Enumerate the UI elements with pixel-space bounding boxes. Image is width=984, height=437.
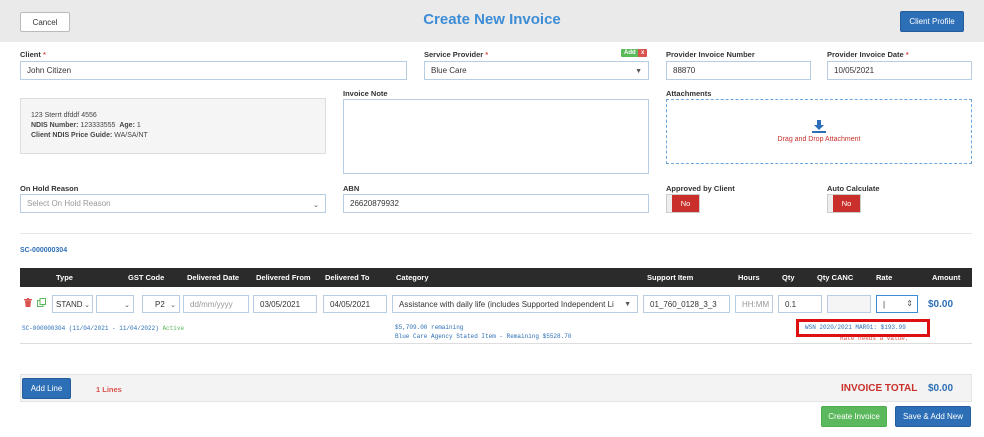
hours-input[interactable]: HH:MM [735, 295, 773, 313]
invoice-total-value: $0.00 [928, 383, 954, 394]
col-delivered-date: Delivered Date [187, 273, 240, 282]
delivered-from-input[interactable]: 03/05/2021 [253, 295, 317, 313]
remaining-text: $5,709.00 remaining [395, 324, 464, 331]
chevron-down-icon: ▼ [635, 68, 642, 75]
chevron-down-icon: ⌄ [313, 202, 319, 209]
client-label: Client * [20, 50, 46, 59]
approved-by-client-label: Approved by Client [666, 184, 735, 193]
col-qty: Qty [782, 273, 795, 282]
highlight-box [796, 319, 930, 337]
add-line-button[interactable]: Add Line [22, 378, 71, 399]
section-divider [20, 233, 972, 234]
drag-drop-text: Drag and Drop Attachment [777, 136, 861, 143]
line-amount: $0.00 [928, 299, 954, 310]
secondary-select[interactable]: ⌄ [96, 295, 134, 313]
service-provider-label: Service Provider * [424, 50, 489, 59]
auto-calculate-label: Auto Calculate [827, 184, 880, 193]
line-items-table-header: Type GST Code Delivered Date Delivered F… [20, 268, 972, 287]
col-rate: Rate [876, 273, 893, 282]
table-footer [20, 374, 972, 402]
remove-provider-badge[interactable]: x [638, 49, 648, 57]
support-item-input[interactable]: 01_760_0128_3_3 [643, 295, 730, 313]
col-gst-code: GST Code [128, 273, 165, 282]
chevron-down-icon: ⌄ [84, 302, 90, 309]
stepper-icon[interactable]: ⇕ [906, 299, 913, 308]
on-hold-reason-select[interactable]: Select On Hold Reason ⌄ [20, 194, 326, 213]
approved-by-client-toggle[interactable]: No [666, 194, 700, 213]
col-amount: Amount [932, 273, 961, 282]
copy-icon[interactable] [37, 298, 46, 307]
on-hold-reason-label: On Hold Reason [20, 184, 79, 193]
rate-input[interactable]: | ⇕ [876, 295, 918, 313]
client-input[interactable]: John Citizen [20, 61, 407, 80]
attachment-dropzone[interactable]: Drag and Drop Attachment [666, 99, 972, 164]
col-category: Category [396, 273, 429, 282]
stated-item-text: Blue Care Agency Stated Item - Remaining… [395, 333, 572, 340]
provider-invoice-number-label: Provider Invoice Number [666, 50, 755, 59]
col-type: Type [56, 273, 73, 282]
abn-label: ABN [343, 184, 360, 193]
category-select[interactable]: Assistance with daily life (includes Sup… [392, 295, 638, 313]
service-provider-select[interactable]: Blue Care ▼ [424, 61, 649, 80]
invoice-total-label: INVOICE TOTAL [841, 383, 918, 394]
provider-invoice-date-input[interactable]: 10/05/2021 [827, 61, 972, 80]
abn-input[interactable]: 26620879932 [343, 194, 649, 213]
provider-invoice-date-label: Provider Invoice Date * [827, 50, 909, 59]
client-price-guide: Client NDIS Price Guide: WA/SA/NT [31, 132, 148, 139]
create-invoice-button[interactable]: Create Invoice [821, 406, 887, 427]
qty-canc-input[interactable] [827, 295, 871, 313]
agreement-info: SC-000000304 (11/04/2021 - 11/04/2022) A… [22, 325, 185, 332]
col-support-item: Support Item [647, 273, 694, 282]
client-profile-button[interactable]: Client Profile [900, 11, 964, 32]
delivered-date-input[interactable]: dd/mm/yyyy [183, 295, 249, 313]
lines-count: 1 Lines [96, 385, 122, 394]
download-icon [812, 120, 826, 133]
delivered-to-input[interactable]: 04/05/2021 [323, 295, 387, 313]
service-agreement-link[interactable]: SC-000000304 [20, 247, 67, 254]
chevron-down-icon: ⌄ [124, 302, 130, 309]
col-qty-canc: Qty CANC [817, 273, 854, 282]
add-provider-badge[interactable]: Add [621, 49, 639, 57]
type-select[interactable]: STAND ⌄ [52, 295, 93, 313]
page-title: Create New Invoice [423, 11, 561, 28]
qty-input[interactable]: 0.1 [778, 295, 822, 313]
trash-icon[interactable] [24, 298, 32, 307]
attachments-label: Attachments [666, 89, 712, 98]
provider-invoice-number-input[interactable]: 88870 [666, 61, 811, 80]
ndis-number: NDIS Number: 123333555 Age: 1 [31, 122, 141, 129]
client-address: 123 Sterrt dfddf 4556 [31, 112, 97, 119]
chevron-down-icon: ⌄ [170, 302, 176, 309]
save-add-new-button[interactable]: Save & Add New [895, 406, 971, 427]
agreement-status: Active [162, 325, 185, 332]
col-hours: Hours [738, 273, 760, 282]
invoice-note-label: Invoice Note [343, 89, 388, 98]
col-delivered-to: Delivered To [325, 273, 370, 282]
chevron-down-icon: ▼ [624, 301, 631, 308]
client-info-panel: 123 Sterrt dfddf 4556 NDIS Number: 12333… [20, 98, 326, 154]
col-delivered-from: Delivered From [256, 273, 311, 282]
invoice-note-textarea[interactable] [343, 99, 649, 174]
gst-code-select[interactable]: P2 ⌄ [142, 295, 180, 313]
auto-calculate-toggle[interactable]: No [827, 194, 861, 213]
